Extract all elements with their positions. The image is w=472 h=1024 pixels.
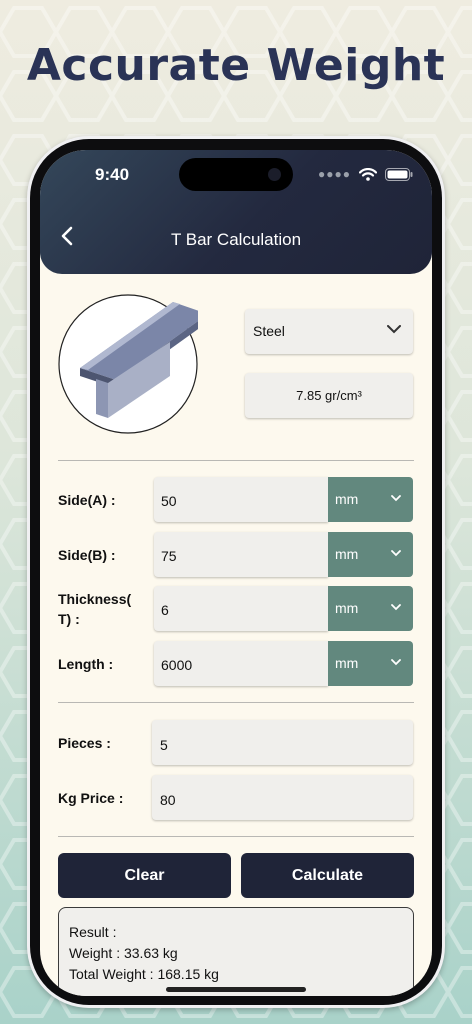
side-a-unit: mm — [335, 491, 359, 507]
divider — [58, 460, 414, 461]
pieces-input[interactable]: 5 — [152, 720, 413, 765]
kg-price-value: 80 — [160, 792, 176, 808]
chevron-down-icon — [391, 495, 401, 502]
length-value: 6000 — [161, 657, 193, 673]
side-a-input[interactable]: 50 — [154, 477, 328, 522]
divider — [58, 702, 414, 703]
chevron-down-icon — [391, 550, 401, 557]
thickness-label-line2: T) : — [58, 611, 80, 627]
result-box: Result : Weight : 33.63 kg Total Weight … — [58, 907, 414, 996]
chevron-down-icon — [391, 659, 401, 666]
material-value: Steel — [253, 323, 285, 339]
clear-button[interactable]: Clear — [58, 853, 231, 898]
wifi-icon — [359, 167, 377, 181]
length-unit: mm — [335, 655, 359, 671]
side-b-unit-select[interactable]: mm — [328, 532, 413, 577]
density-display: 7.85 gr/cm³ — [245, 373, 413, 418]
length-unit-select[interactable]: mm — [328, 641, 413, 686]
result-weight: Weight : 33.63 kg — [69, 945, 178, 961]
kg-price-input[interactable]: 80 — [152, 775, 413, 820]
thickness-unit-select[interactable]: mm — [328, 586, 413, 631]
pieces-label: Pieces : — [58, 735, 111, 751]
divider — [58, 836, 414, 837]
app-screen: 9:40 ●●●● T Bar Calculation Steel 7.85 g… — [40, 150, 432, 996]
side-b-unit: mm — [335, 546, 359, 562]
side-b-value: 75 — [161, 548, 177, 564]
dynamic-island — [179, 158, 293, 191]
battery-icon — [385, 167, 413, 181]
calculate-button[interactable]: Calculate — [241, 853, 414, 898]
result-title: Result : — [69, 924, 117, 940]
thickness-input[interactable]: 6 — [154, 586, 328, 631]
status-icons: ●●●● — [318, 167, 413, 181]
home-indicator[interactable] — [166, 987, 306, 992]
length-label: Length : — [58, 656, 114, 672]
thickness-value: 6 — [161, 602, 169, 618]
status-time: 9:40 — [95, 165, 130, 184]
thickness-unit: mm — [335, 600, 359, 616]
side-b-input[interactable]: 75 — [154, 532, 328, 577]
chevron-down-icon — [387, 325, 401, 334]
page-title: T Bar Calculation — [170, 230, 302, 249]
chevron-down-icon — [391, 604, 401, 611]
side-a-unit-select[interactable]: mm — [328, 477, 413, 522]
thickness-label-line1: Thickness( — [58, 591, 132, 607]
headline: Accurate Weight — [26, 40, 446, 91]
tbar-illustration — [58, 294, 198, 434]
signal-icon: ●●●● — [318, 167, 351, 181]
thickness-label: Thickness( T) : — [58, 589, 131, 629]
pieces-value: 5 — [160, 737, 168, 753]
side-a-label: Side(A) : — [58, 492, 116, 508]
kg-price-label: Kg Price : — [58, 790, 124, 806]
result-total-weight: Total Weight : 168.15 kg — [69, 966, 219, 982]
app-header: 9:40 ●●●● T Bar Calculation — [40, 150, 432, 274]
side-b-label: Side(B) : — [58, 547, 116, 563]
length-input[interactable]: 6000 — [154, 641, 328, 686]
material-select[interactable]: Steel — [245, 309, 413, 354]
side-a-value: 50 — [161, 493, 177, 509]
